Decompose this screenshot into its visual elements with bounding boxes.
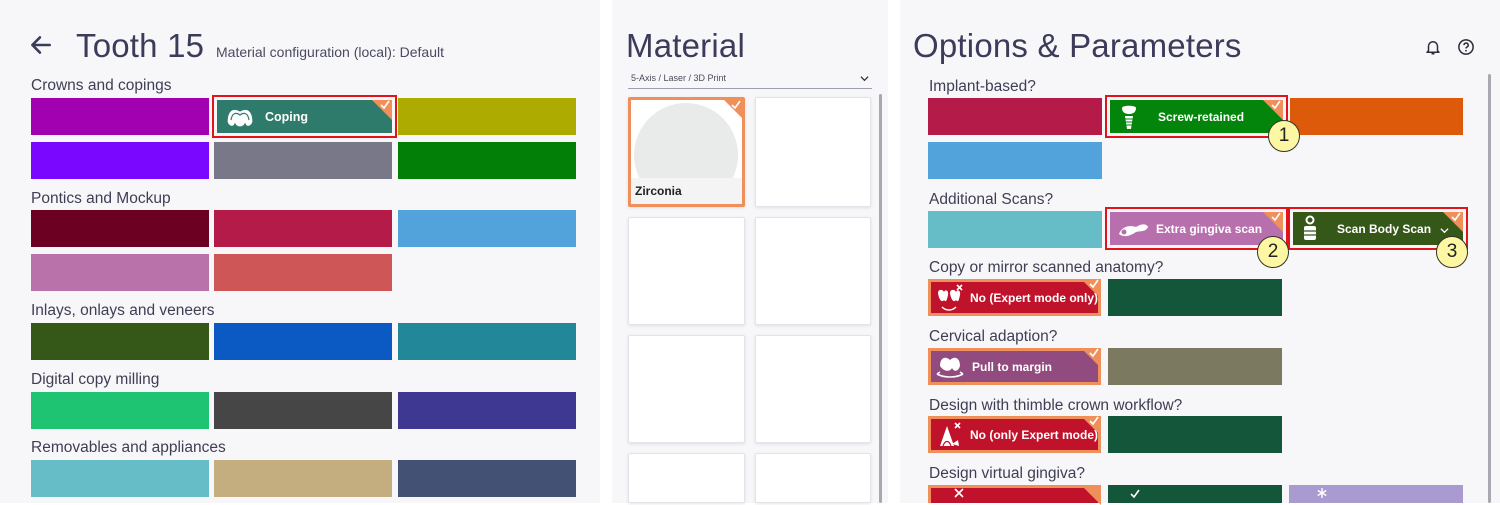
material-card-8[interactable]: [755, 453, 871, 503]
material-scrollbar[interactable]: [879, 94, 882, 503]
question-cervical: Cervical adaption?: [929, 328, 1058, 345]
checkmark-icon: [1130, 489, 1140, 499]
question-implant: Implant-based?: [929, 78, 1036, 95]
checkmark-icon: [1089, 416, 1099, 426]
material-card-2[interactable]: [755, 97, 871, 207]
option-no-expert-label: No (Expert mode only): [970, 290, 1099, 305]
option-pull-margin-label: Pull to margin: [972, 359, 1053, 374]
tooth-panel: Tooth 15 Material configuration (local):…: [0, 0, 600, 503]
section-inlays: Inlays, onlays and veneers: [31, 302, 215, 319]
option-no-expert-mode-only[interactable]: No (Expert mode only): [928, 279, 1101, 316]
tile-pontic-4[interactable]: [31, 254, 209, 291]
tile-inlay-3[interactable]: [398, 323, 576, 360]
option-screw-retained[interactable]: Screw-retained: [1105, 95, 1288, 138]
material-card-6[interactable]: [755, 335, 871, 443]
arrow-left-icon[interactable]: [28, 32, 54, 58]
option-pull-to-margin[interactable]: Pull to margin: [928, 348, 1101, 385]
option-implant-4[interactable]: [928, 142, 1102, 179]
close-icon: [954, 488, 964, 498]
tile-crown-1[interactable]: [31, 98, 209, 135]
tile-digital-1[interactable]: [31, 392, 209, 429]
tile-removable-3[interactable]: [398, 460, 576, 497]
scan-body-icon: [1304, 215, 1316, 240]
option-implant-no[interactable]: [928, 98, 1102, 135]
mirror-tooth-icon: [938, 283, 963, 311]
checkmark-icon: [1089, 348, 1099, 358]
asterisk-icon: [1317, 488, 1327, 498]
option-no-only-expert-label: No (only Expert mode): [970, 427, 1099, 442]
question-copy-mirror: Copy or mirror scanned anatomy?: [929, 259, 1164, 276]
section-pontics: Pontics and Mockup: [31, 190, 171, 207]
tile-digital-2[interactable]: [214, 392, 392, 429]
material-card-3[interactable]: [628, 217, 745, 325]
option-scan-body-label: Scan Body Scan: [1337, 221, 1432, 236]
coping-icon: [226, 108, 254, 128]
checkmark-icon: [731, 100, 741, 110]
callout-badge-2: 2: [1257, 236, 1289, 268]
material-card-4[interactable]: [755, 217, 871, 325]
option-copy-2[interactable]: [1108, 279, 1282, 316]
material-card-7[interactable]: [628, 453, 745, 503]
callout-badge-1: 1: [1268, 120, 1300, 152]
checkmark-icon: [1451, 212, 1461, 222]
question-scans: Additional Scans?: [929, 191, 1054, 208]
tile-crown-5[interactable]: [214, 142, 392, 179]
option-screw-retained-label: Screw-retained: [1158, 109, 1245, 124]
help-circle-icon[interactable]: [1457, 38, 1475, 56]
tile-pontic-3[interactable]: [398, 210, 576, 247]
option-no-only-expert-mode[interactable]: No (only Expert mode): [928, 416, 1101, 453]
option-gingiva-3[interactable]: [1289, 485, 1463, 503]
cervical-tooth-icon: [936, 357, 964, 378]
checkmark-icon: [1271, 212, 1281, 222]
option-gingiva-1[interactable]: [928, 485, 1101, 505]
option-extra-gingiva-label: Extra gingiva scan: [1156, 221, 1263, 236]
implant-screw-icon: [1122, 105, 1136, 129]
options-scrollbar[interactable]: [1488, 74, 1491, 503]
tile-pontic-2[interactable]: [214, 210, 392, 247]
question-thimble: Design with thimble crown workflow?: [929, 397, 1183, 414]
question-gingiva: Design virtual gingiva?: [929, 465, 1085, 482]
chevron-down-icon: [860, 76, 869, 82]
tile-coping[interactable]: Coping: [212, 95, 397, 138]
material-card-label: Zirconia: [635, 184, 682, 198]
section-digital-copy: Digital copy milling: [31, 371, 160, 388]
option-scans-none[interactable]: [928, 211, 1102, 248]
gingiva-scan-icon: [1119, 223, 1148, 236]
material-title: Material: [626, 27, 745, 64]
section-crowns: Crowns and copings: [31, 77, 172, 94]
selected-corner: [1081, 485, 1101, 505]
option-gingiva-2[interactable]: [1108, 485, 1282, 503]
tile-coping-label: Coping: [265, 109, 309, 124]
callout-badge-3: 3: [1436, 236, 1468, 268]
section-removables: Removables and appliances: [31, 439, 226, 456]
tile-removable-2[interactable]: [214, 460, 392, 497]
machine-type-dropdown[interactable]: 5-Axis / Laser / 3D Print: [628, 70, 872, 89]
tile-crown-6[interactable]: [398, 142, 576, 179]
tile-pontic-1[interactable]: [31, 210, 209, 247]
option-thimble-2[interactable]: [1108, 416, 1282, 453]
material-configuration-label: Material configuration (local): Default: [216, 44, 444, 60]
bell-icon[interactable]: [1424, 38, 1442, 56]
thimble-crown-icon: [940, 421, 961, 446]
tile-inlay-2[interactable]: [214, 323, 392, 360]
options-title: Options & Parameters: [913, 27, 1242, 64]
checkmark-icon: [380, 100, 390, 110]
tile-inlay-1[interactable]: [31, 323, 209, 360]
option-cervical-2[interactable]: [1108, 348, 1282, 385]
page-title: Tooth 15: [76, 27, 205, 64]
material-card-5[interactable]: [628, 335, 745, 443]
checkmark-icon: [1089, 279, 1099, 289]
tile-crown-4[interactable]: [31, 142, 209, 179]
tile-pontic-5[interactable]: [214, 254, 392, 291]
dropdown-value: 5-Axis / Laser / 3D Print: [631, 73, 727, 83]
tile-digital-3[interactable]: [398, 392, 576, 429]
material-card-zirconia[interactable]: Zirconia: [628, 97, 745, 207]
tile-crown-3[interactable]: [398, 98, 576, 135]
option-implant-3[interactable]: [1290, 98, 1463, 135]
checkmark-icon: [1271, 100, 1281, 110]
tile-removable-1[interactable]: [31, 460, 209, 497]
